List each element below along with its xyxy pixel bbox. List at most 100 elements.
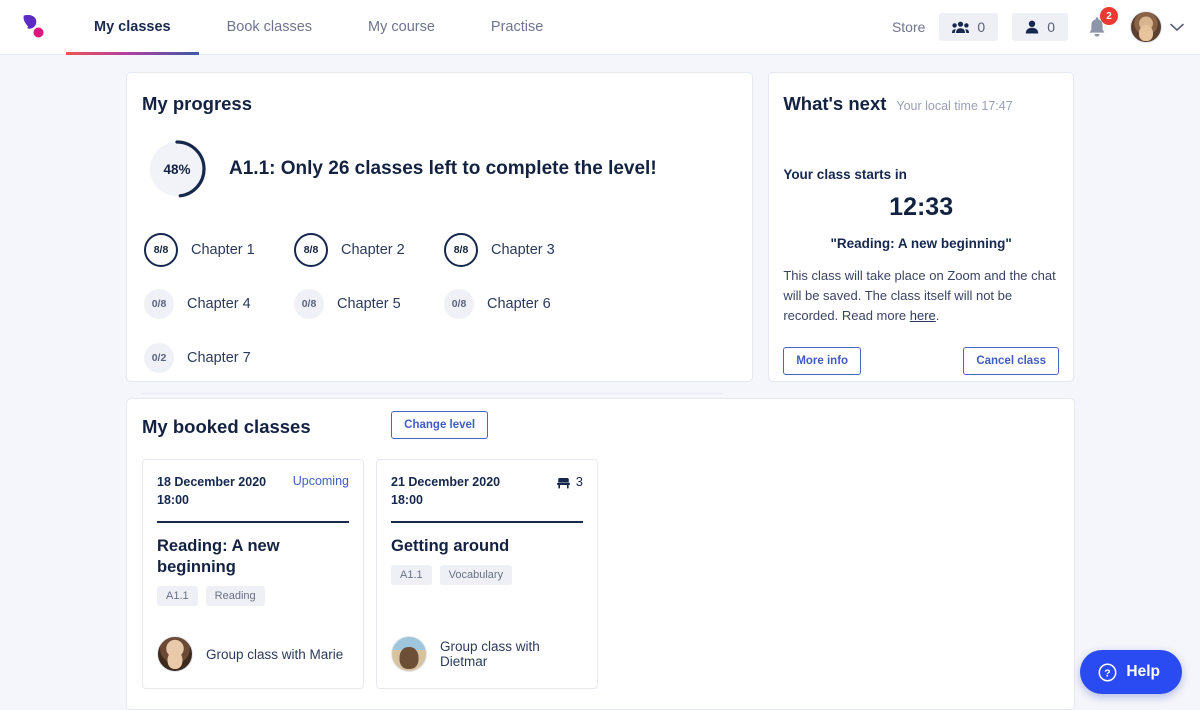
class-starts-in-label: Your class starts in <box>783 167 907 182</box>
chapter-list: 8/8 Chapter 1 8/8 Chapter 2 8/8 Chapter 3 0/8 C… <box>142 223 737 385</box>
help-label: Help <box>1126 663 1160 680</box>
top-row: My progress 48% A1.1: Only 26 classes le… <box>126 72 1074 439</box>
help-button[interactable]: ? Help <box>1080 650 1182 694</box>
booked-class-card[interactable]: 21 December 2020 18:00 3 Getting around A1.1… <box>376 459 598 689</box>
class-title: Getting around <box>391 537 510 555</box>
person-icon <box>1026 20 1039 34</box>
my-progress-card: My progress 48% A1.1: Only 26 classes le… <box>126 72 754 439</box>
chapter-item[interactable]: 8/8 Chapter 2 <box>294 223 444 277</box>
notifications-button[interactable]: 2 <box>1086 7 1118 42</box>
more-info-button[interactable]: More info <box>783 347 862 376</box>
local-time-label: Your local time 17:47 <box>896 99 1013 113</box>
chevron-down-icon <box>1170 23 1184 31</box>
class-time: 18:00 <box>157 492 189 507</box>
nav-label: My course <box>368 19 435 35</box>
class-tag: Vocabulary <box>439 564 513 585</box>
chapter-item[interactable]: 8/8 Chapter 1 <box>144 223 294 277</box>
chapter-progress-circle: 0/8 <box>144 289 174 319</box>
header-actions: Store 0 0 2 <box>892 7 1200 43</box>
class-tag: A1.1 <box>391 564 432 585</box>
progress-summary: 48% A1.1: Only 26 classes left to comple… <box>142 139 737 199</box>
chapter-progress-circle: 8/8 <box>144 233 178 267</box>
chapter-item[interactable]: 0/8 Chapter 4 <box>144 277 294 331</box>
class-date: 18 December 2020 <box>157 475 267 489</box>
nav-item-my-course[interactable]: My course <box>340 0 463 55</box>
class-datetime: 18 December 2020 18:00 <box>157 474 266 509</box>
nav-item-my-classes[interactable]: My classes <box>66 0 199 55</box>
group-credits-count: 0 <box>977 19 986 35</box>
svg-text:?: ? <box>1105 667 1111 679</box>
class-title: Reading: A new beginning <box>157 537 280 576</box>
chapter-label: Chapter 3 <box>491 242 555 258</box>
class-tag: Reading <box>205 585 265 606</box>
teacher-avatar <box>391 636 427 672</box>
notification-badge: 2 <box>1100 7 1118 25</box>
chapter-label: Chapter 2 <box>341 242 405 258</box>
seats-available: 3 <box>556 474 583 489</box>
class-time: 18:00 <box>391 492 423 507</box>
class-card-rule <box>391 521 583 523</box>
seat-icon <box>556 477 570 488</box>
chapter-progress-circle: 0/8 <box>444 289 474 319</box>
class-tag: A1.1 <box>157 585 198 606</box>
store-link[interactable]: Store <box>892 19 925 35</box>
question-circle-icon: ? <box>1098 663 1117 681</box>
class-tags: A1.1 Reading <box>157 585 349 606</box>
class-card-rule <box>157 521 349 523</box>
chapter-item[interactable]: 8/8 Chapter 3 <box>444 223 594 277</box>
class-teacher: Group class with Marie <box>157 636 349 672</box>
nav-label: Book classes <box>226 19 313 35</box>
page-title: My progress <box>142 93 253 114</box>
change-level-button[interactable]: Change level <box>391 411 489 439</box>
teacher-name: Group class with Marie <box>206 646 344 662</box>
nav-item-practise[interactable]: Practise <box>463 0 571 55</box>
chapter-item[interactable]: 0/8 Chapter 5 <box>294 277 444 331</box>
chapter-label: Chapter 7 <box>187 350 251 366</box>
teacher-name: Group class with Dietmar <box>440 639 540 669</box>
nav-label: Practise <box>490 19 544 35</box>
group-people-icon <box>952 21 970 33</box>
class-description: This class will take place on Zoom and t… <box>783 266 1059 325</box>
booked-class-card[interactable]: 18 December 2020 18:00 Upcoming Reading: A … <box>142 459 364 689</box>
next-class-name: "Reading: A new beginning" <box>830 236 1012 251</box>
progress-percent-label: 48% <box>163 161 191 177</box>
chapter-label: Chapter 5 <box>337 296 401 312</box>
private-credits-chip[interactable]: 0 <box>1012 13 1068 41</box>
user-menu-button[interactable] <box>1130 11 1184 43</box>
countdown-timer: 12:33 <box>889 193 954 221</box>
chapter-label: Chapter 1 <box>191 242 255 258</box>
app-logo[interactable] <box>0 10 66 44</box>
class-date: 21 December 2020 <box>391 475 501 489</box>
my-booked-classes-card: My booked classes 18 December 2020 18:00 U… <box>126 398 1075 710</box>
description-period: . <box>935 307 940 323</box>
chapter-item[interactable]: 0/2 Chapter 7 <box>144 331 294 385</box>
page-content: My progress 48% A1.1: Only 26 classes le… <box>0 55 1200 710</box>
seats-count: 3 <box>575 474 583 489</box>
whats-next-actions: More info Cancel class <box>783 347 1059 376</box>
comma-logo-icon <box>23 15 44 38</box>
group-credits-chip[interactable]: 0 <box>939 13 999 41</box>
chapter-progress-circle: 0/2 <box>144 343 174 373</box>
teacher-avatar <box>157 636 193 672</box>
main-nav: My classes Book classes My course Practi… <box>66 0 571 55</box>
class-card-header: 18 December 2020 18:00 Upcoming <box>157 474 349 509</box>
private-credits-count: 0 <box>1047 19 1055 35</box>
whats-next-title: What's next <box>783 93 887 114</box>
class-card-header: 21 December 2020 18:00 3 <box>391 474 583 509</box>
whats-next-header: What's next Your local time 17:47 <box>783 93 1059 115</box>
booked-classes-list: 18 December 2020 18:00 Upcoming Reading: A … <box>142 459 1059 689</box>
whats-next-card: What's next Your local time 17:47 Your c… <box>768 72 1074 382</box>
status-badge: Upcoming <box>292 474 349 488</box>
nav-label: My classes <box>94 19 171 35</box>
top-navigation-bar: My classes Book classes My course Practi… <box>0 0 1200 55</box>
chapter-label: Chapter 4 <box>187 296 251 312</box>
class-datetime: 21 December 2020 18:00 <box>391 474 500 509</box>
chapter-progress-circle: 8/8 <box>444 233 478 267</box>
class-tags: A1.1 Vocabulary <box>391 564 583 585</box>
cancel-class-button[interactable]: Cancel class <box>963 347 1059 376</box>
progress-headline: A1.1: Only 26 classes left to complete t… <box>229 158 657 179</box>
nav-item-book-classes[interactable]: Book classes <box>199 0 340 55</box>
progress-ring: 48% <box>147 139 207 199</box>
chapter-item[interactable]: 0/8 Chapter 6 <box>444 277 594 331</box>
read-more-link[interactable]: here <box>910 308 936 323</box>
